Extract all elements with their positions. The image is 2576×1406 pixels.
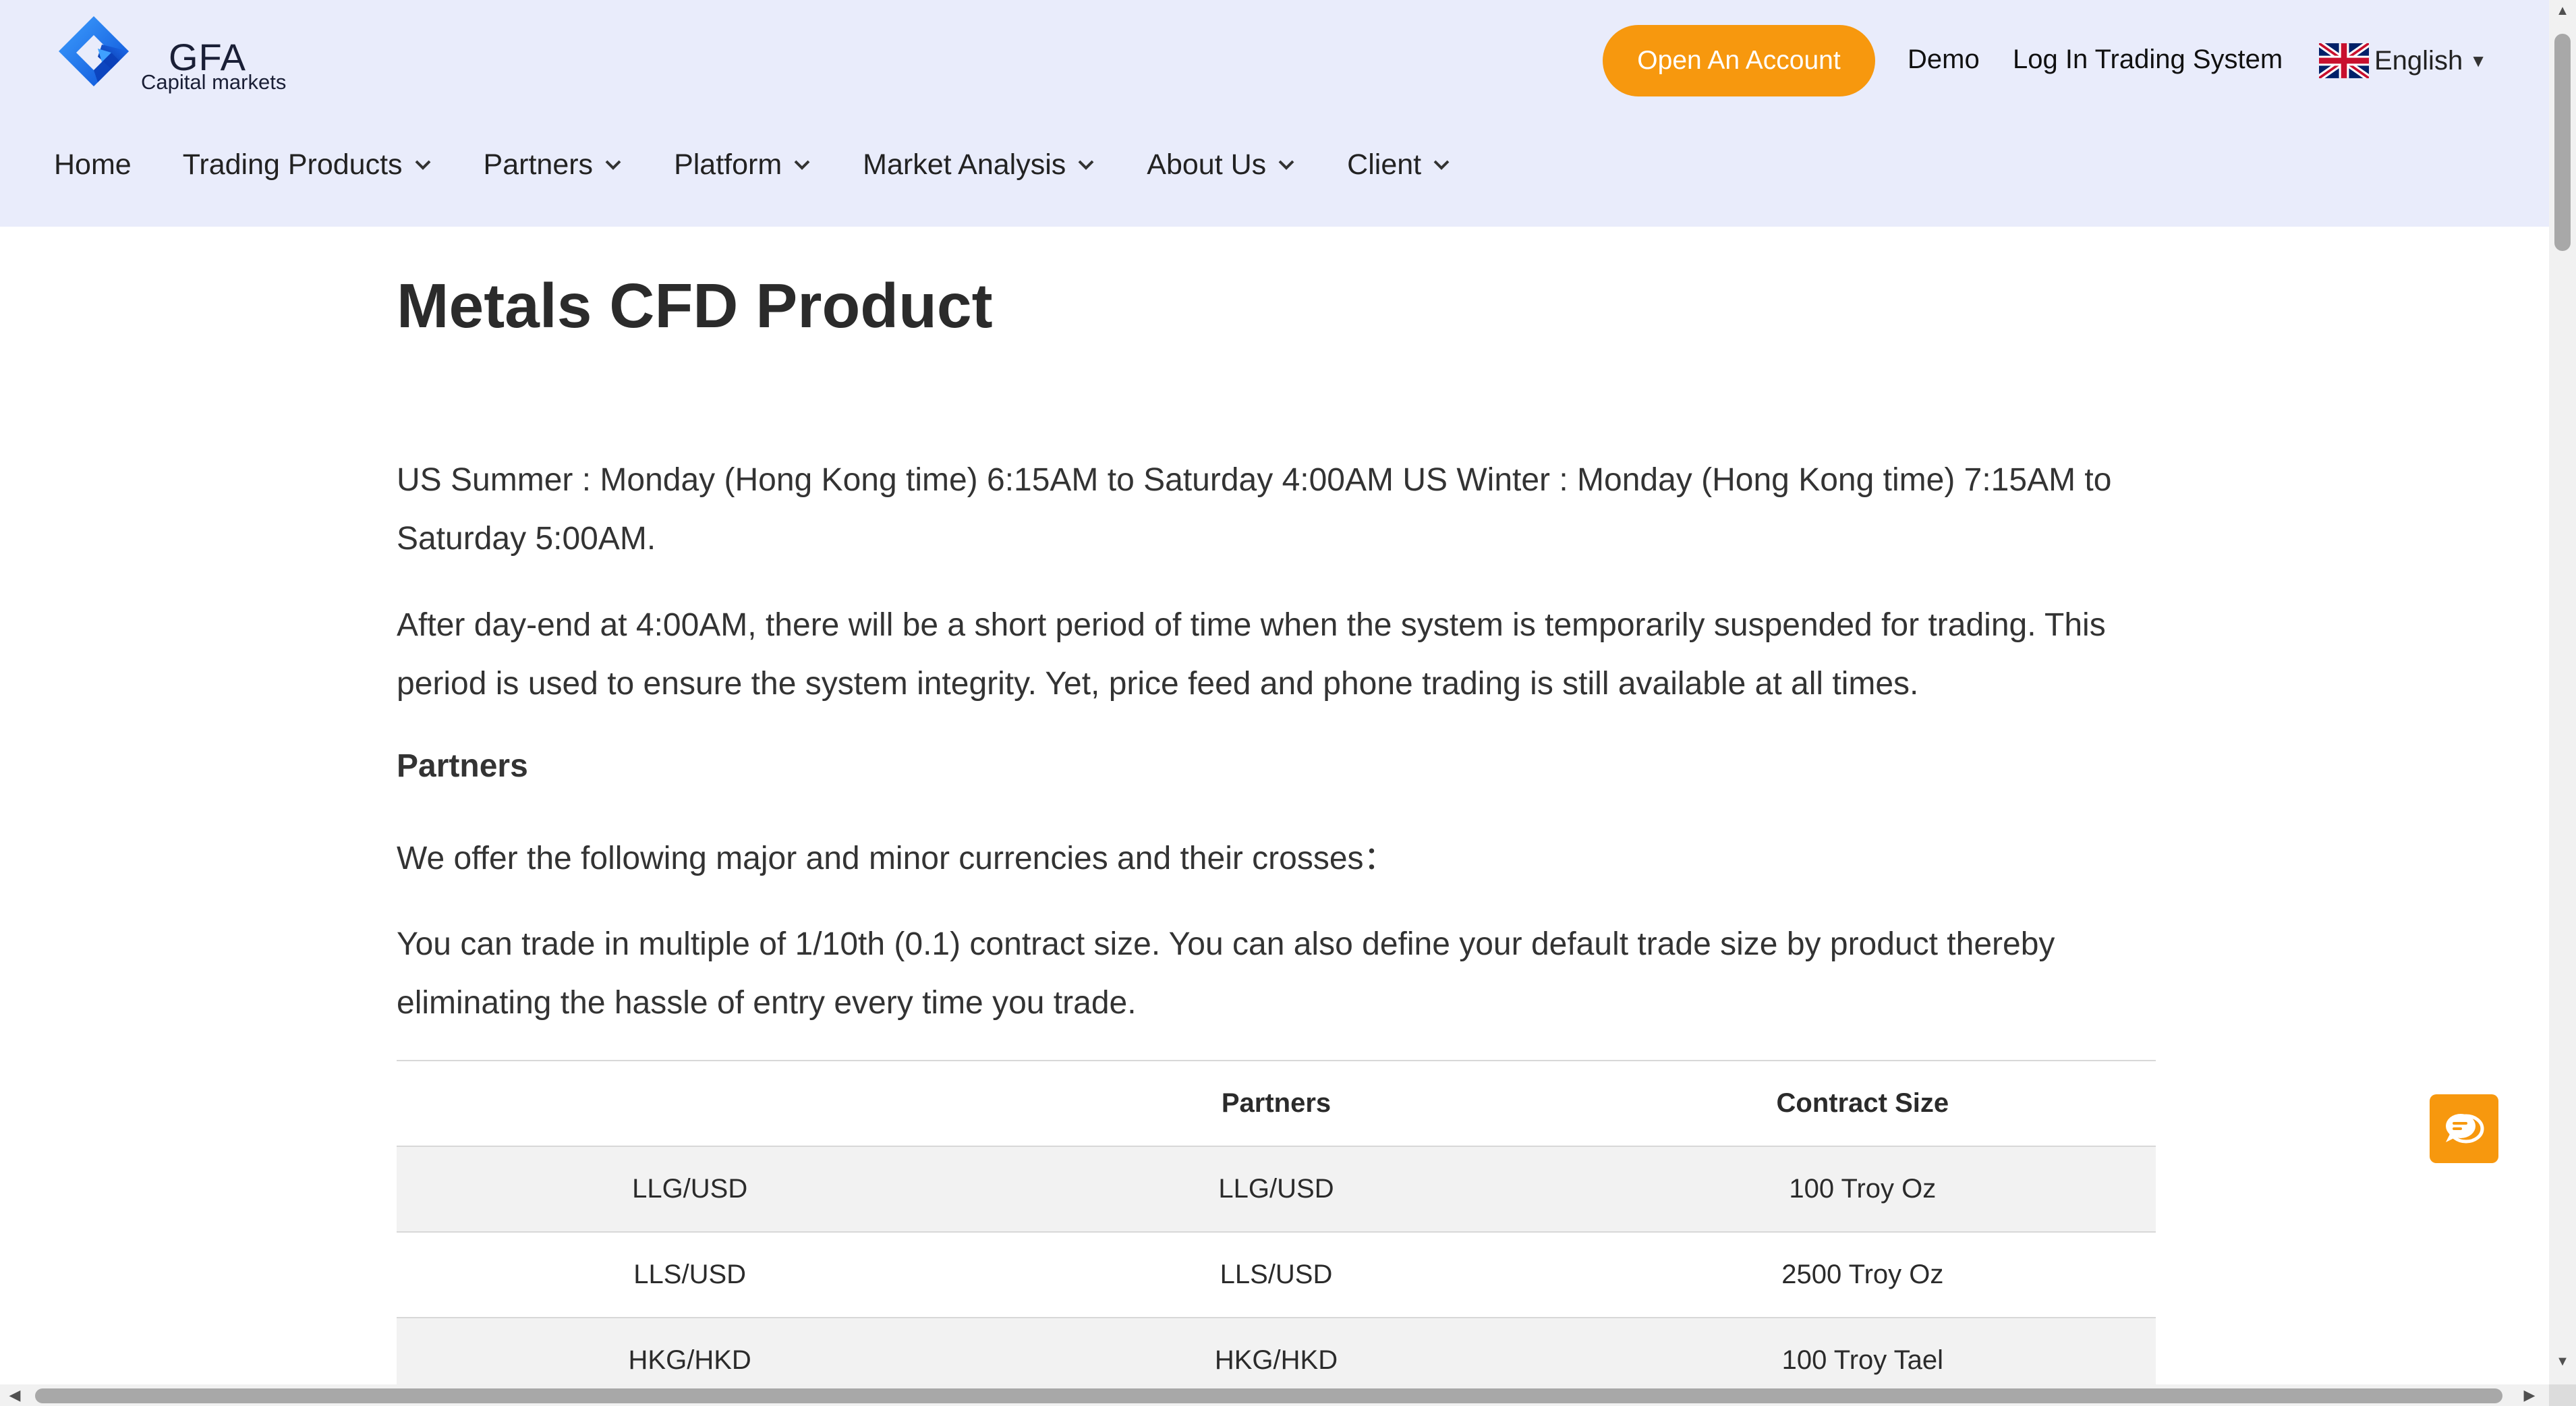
- table-header-row: Partners Contract Size: [397, 1060, 2156, 1147]
- table-cell: LLG/USD: [983, 1146, 1570, 1233]
- table-cell: 2500 Troy Oz: [1569, 1232, 2156, 1318]
- scroll-down-arrow-icon[interactable]: ▼: [2556, 1355, 2569, 1368]
- horizontal-scroll-thumb[interactable]: [35, 1388, 2502, 1403]
- nav-item-label: Trading Products: [182, 148, 403, 181]
- nav-item-trading-products[interactable]: Trading Products: [183, 148, 432, 181]
- browser-viewport: GFA Capital markets Open An Account Demo…: [0, 0, 2549, 1384]
- table-header-cell: [397, 1060, 983, 1147]
- chevron-down-icon: [1078, 160, 1094, 170]
- chevron-down-icon: [1278, 160, 1294, 170]
- caret-down-icon: ▼: [2469, 50, 2487, 71]
- brand-tagline: Capital markets: [141, 70, 287, 94]
- horizontal-scrollbar[interactable]: ◀ ▶: [0, 1384, 2549, 1406]
- metals-product-table: Partners Contract Size LLG/USD LLG/USD 1…: [397, 1060, 2156, 1384]
- chevron-down-icon: [415, 160, 430, 170]
- chat-bubble-icon: [2446, 1114, 2484, 1144]
- nav-item-client[interactable]: Client: [1347, 148, 1451, 181]
- scroll-up-arrow-icon[interactable]: ▲: [2556, 4, 2569, 18]
- table-cell: HKG/HKD: [397, 1318, 983, 1384]
- nav-item-label: Platform: [674, 148, 782, 181]
- partners-heading: Partners: [397, 748, 528, 784]
- nav-item-about-us[interactable]: About Us: [1147, 148, 1296, 181]
- brand-logo[interactable]: GFA Capital markets: [57, 15, 287, 103]
- scroll-left-arrow-icon[interactable]: ◀: [7, 1387, 23, 1403]
- scrollbar-corner: [2549, 1384, 2576, 1406]
- main-nav: Home Trading Products Partners Platform …: [54, 144, 1502, 185]
- nav-item-label: Home: [54, 148, 132, 181]
- nav-item-label: Client: [1347, 148, 1422, 181]
- day-end-note: After day-end at 4:00AM, there will be a…: [397, 607, 2106, 702]
- language-selector[interactable]: English ▼: [2319, 40, 2487, 81]
- table-cell: LLS/USD: [983, 1232, 1570, 1318]
- uk-flag-icon: [2319, 43, 2369, 78]
- table-cell: 100 Troy Tael: [1569, 1318, 2156, 1384]
- contract-size-text: You can trade in multiple of 1/10th (0.1…: [397, 926, 2055, 1021]
- language-label: English: [2374, 45, 2463, 76]
- nav-item-home[interactable]: Home: [54, 148, 132, 181]
- table-cell: 100 Troy Oz: [1569, 1146, 2156, 1233]
- nav-item-label: About Us: [1147, 148, 1267, 181]
- open-account-button[interactable]: Open An Account: [1603, 25, 1875, 96]
- table-row: HKG/HKD HKG/HKD 100 Troy Tael: [397, 1318, 2156, 1384]
- login-trading-system-link[interactable]: Log In Trading System: [2013, 45, 2283, 75]
- nav-item-partners[interactable]: Partners: [484, 148, 623, 181]
- nav-item-platform[interactable]: Platform: [674, 148, 811, 181]
- table-cell: LLS/USD: [397, 1232, 983, 1318]
- table-cell: LLG/USD: [397, 1146, 983, 1233]
- chevron-down-icon: [605, 160, 621, 170]
- chevron-down-icon: [794, 160, 810, 170]
- table-header-cell: Partners: [983, 1060, 1570, 1147]
- nav-item-market-analysis[interactable]: Market Analysis: [863, 148, 1095, 181]
- gfa-diamond-logo-icon: [59, 16, 129, 86]
- vertical-scrollbar[interactable]: ▲ ▼: [2549, 0, 2576, 1384]
- scroll-right-arrow-icon[interactable]: ▶: [2521, 1387, 2538, 1403]
- table-row: LLG/USD LLG/USD 100 Troy Oz: [397, 1146, 2156, 1233]
- page-title: Metals CFD Product: [397, 271, 993, 341]
- offer-text: We offer the following major and minor c…: [397, 841, 1396, 876]
- table-cell: HKG/HKD: [983, 1318, 1570, 1384]
- trading-hours-text: US Summer : Monday (Hong Kong time) 6:15…: [397, 462, 2112, 557]
- nav-item-label: Partners: [483, 148, 594, 181]
- table-row: LLS/USD LLS/USD 2500 Troy Oz: [397, 1232, 2156, 1318]
- nav-item-label: Market Analysis: [863, 148, 1066, 181]
- chat-button[interactable]: [2430, 1094, 2498, 1163]
- demo-link[interactable]: Demo: [1908, 45, 1980, 75]
- chevron-down-icon: [1433, 160, 1450, 170]
- site-header: GFA Capital markets Open An Account Demo…: [0, 0, 2549, 227]
- table-header-cell: Contract Size: [1569, 1060, 2156, 1147]
- vertical-scroll-thumb[interactable]: [2554, 34, 2571, 251]
